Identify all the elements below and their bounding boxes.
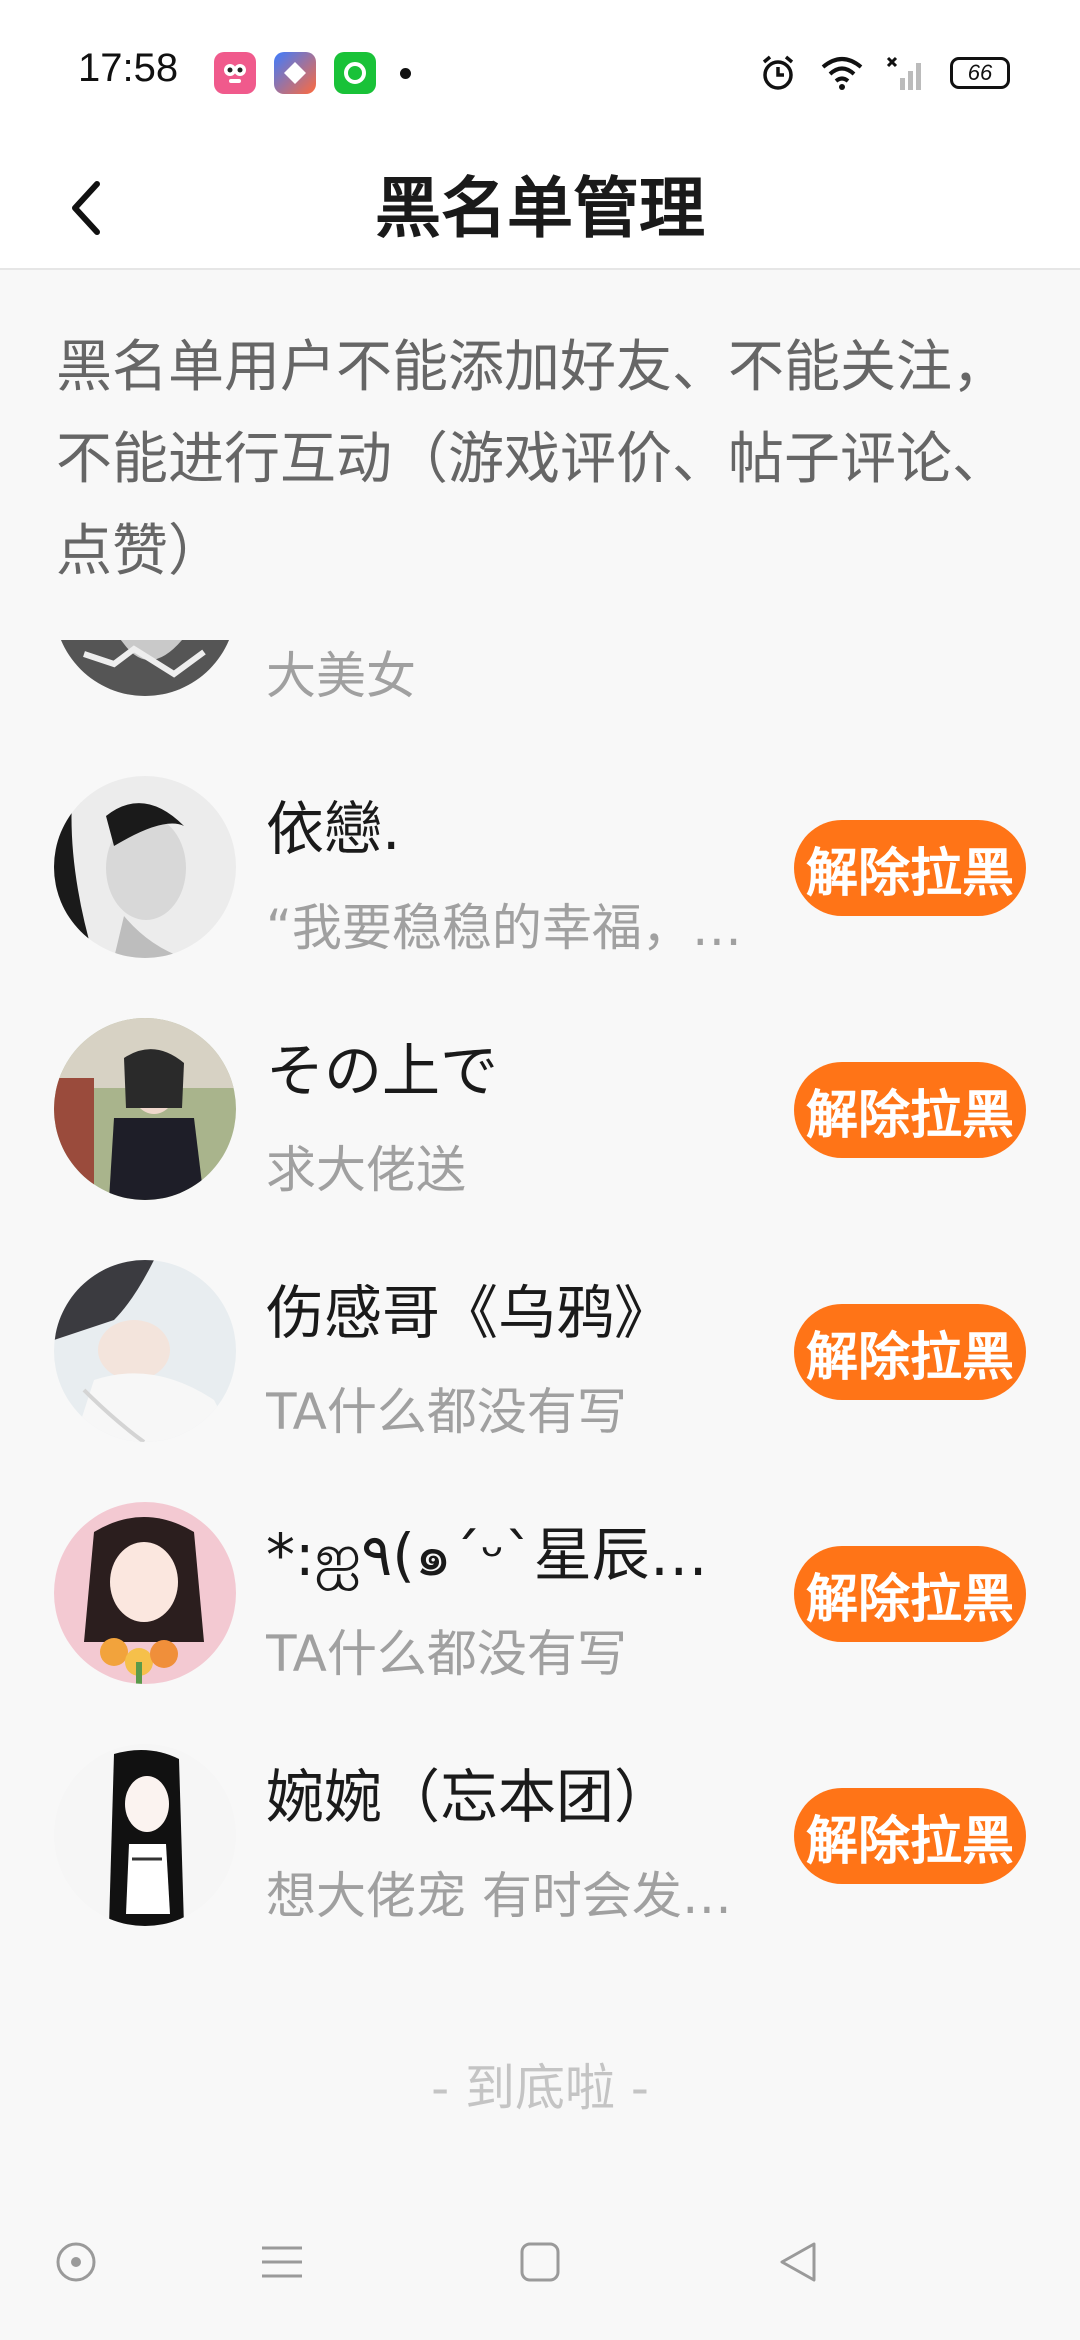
user-name: *:ஐ٩(๑´ᵕ`星辰…	[266, 1521, 708, 1589]
list-item: 大美女	[0, 640, 1080, 752]
avatar[interactable]	[54, 1018, 236, 1200]
menu-icon	[262, 2246, 302, 2278]
unblock-button[interactable]: 解除拉黑	[794, 1546, 1026, 1642]
assistant-button[interactable]	[46, 2232, 106, 2292]
user-name: その上で	[266, 1037, 499, 1105]
unblock-button[interactable]: 解除拉黑	[794, 1062, 1026, 1158]
status-time: 17:58	[78, 46, 179, 90]
list-item: その上で 求大佬送 解除拉黑	[0, 1018, 1080, 1260]
unblock-button[interactable]: 解除拉黑	[794, 1788, 1026, 1884]
unblock-button[interactable]: 解除拉黑	[794, 1304, 1026, 1400]
user-bio: “我要稳稳的幸福，…	[266, 899, 742, 957]
notification-icons	[214, 52, 411, 94]
status-bar: 17:58 66	[0, 0, 1080, 148]
user-bio: 求大佬送	[266, 1141, 466, 1199]
back-button[interactable]	[50, 168, 120, 248]
user-name: 婉婉（忘本团）	[266, 1763, 673, 1831]
chevron-left-icon	[72, 181, 100, 235]
signal-icon	[886, 52, 928, 94]
back-nav-button[interactable]	[768, 2232, 828, 2292]
user-bio: TA什么都没有写	[266, 1625, 627, 1683]
blacklist-description: 黑名单用户不能添加好友、不能关注，不能进行互动（游戏评价、帖子评论、点赞）	[56, 335, 1008, 584]
user-name: 伤感哥《乌鸦》	[266, 1279, 673, 1347]
back-triangle-icon	[780, 2242, 816, 2282]
green-app-icon	[334, 52, 376, 94]
system-nav-bar	[0, 2212, 1080, 2322]
user-bio: TA什么都没有写	[266, 1383, 627, 1441]
assistant-icon	[56, 2242, 96, 2282]
home-square-icon	[520, 2242, 560, 2282]
avatar[interactable]	[54, 640, 236, 696]
avatar[interactable]	[54, 1744, 236, 1926]
alarm-icon	[758, 52, 798, 94]
unblock-button[interactable]: 解除拉黑	[794, 820, 1026, 916]
avatar[interactable]	[54, 1502, 236, 1684]
list-item: *:ஐ٩(๑´ᵕ`星辰… TA什么都没有写 解除拉黑	[0, 1502, 1080, 1744]
wifi-icon	[820, 52, 864, 94]
home-button[interactable]	[510, 2232, 570, 2292]
page-title: 黑名单管理	[375, 170, 705, 247]
battery-icon: 66	[950, 52, 1010, 94]
status-right-icons: 66	[758, 52, 1010, 94]
list-item: 婉婉（忘本团） 想大佬宠 有时会发… 解除拉黑	[0, 1744, 1080, 1980]
list-item: 伤感哥《乌鸦》 TA什么都没有写 解除拉黑	[0, 1260, 1080, 1502]
user-name: 依戀.	[266, 795, 401, 863]
list-item: 依戀. “我要稳稳的幸福，… 解除拉黑	[0, 776, 1080, 1018]
blocked-users-list[interactable]: 大美女 依戀. “我要稳稳的幸福，… 解除拉黑 その上で 求大佬送 解除拉黑 伤…	[0, 640, 1080, 1980]
more-notifications-dot	[400, 67, 411, 79]
avatar[interactable]	[54, 1260, 236, 1442]
meme-app-icon	[214, 52, 256, 94]
menu-button[interactable]	[252, 2232, 312, 2292]
end-of-list-text: - 到底啦 -	[431, 2059, 649, 2117]
app-header: 黑名单管理	[0, 148, 1080, 270]
user-bio: 大美女	[266, 647, 416, 705]
user-bio: 想大佬宠 有时会发…	[266, 1867, 732, 1925]
avatar[interactable]	[54, 776, 236, 958]
shortcut-app-icon	[274, 52, 316, 94]
